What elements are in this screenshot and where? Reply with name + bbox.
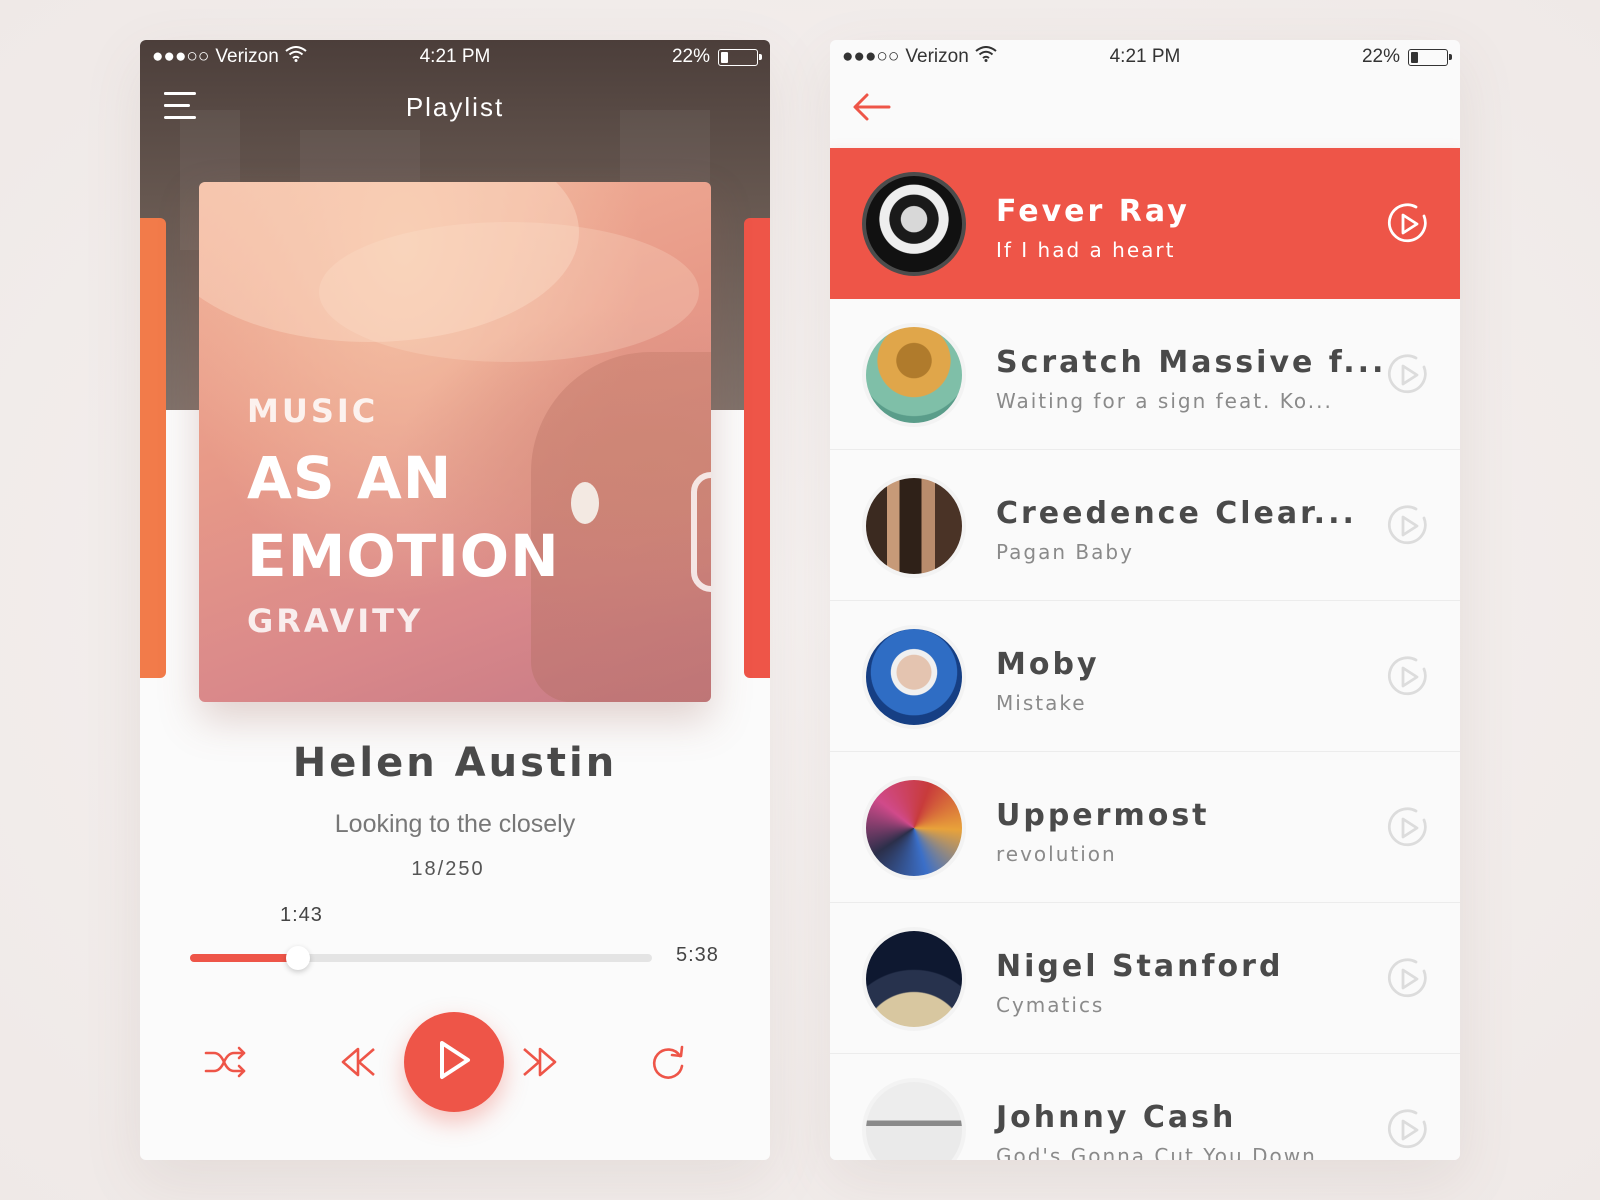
row-artist: Fever Ray (996, 194, 1190, 229)
fast-forward-icon[interactable] (520, 1044, 560, 1080)
artist-avatar (862, 323, 966, 427)
back-button[interactable] (852, 92, 892, 127)
next-card-edge[interactable] (744, 218, 770, 678)
album-text-line: MUSIC (247, 392, 379, 430)
row-song: Pagan Baby (996, 540, 1134, 564)
track-position: 18/250 (411, 858, 485, 880)
battery-percent: 22% (671, 46, 710, 67)
track-song: Looking to the closely (334, 810, 576, 838)
row-song: If I had a heart (996, 238, 1176, 262)
artist-avatar (862, 1078, 966, 1160)
row-song: Waiting for a sign feat. Ko... (996, 389, 1333, 413)
row-song: Mistake (996, 691, 1087, 715)
track-row[interactable]: Uppermost revolution (830, 752, 1460, 903)
track-row[interactable]: Scratch Massive f... Waiting for a sign f… (830, 299, 1460, 450)
play-circle-icon[interactable] (1386, 1108, 1430, 1157)
row-artist: Creedence Clear... (996, 496, 1357, 531)
track-list: Fever Ray If I had a heart Scratch Massive… (830, 148, 1460, 1160)
rewind-icon[interactable] (338, 1044, 378, 1080)
arrow-left-icon (852, 93, 892, 126)
progress-fill (190, 954, 299, 962)
progress-slider[interactable] (190, 946, 652, 970)
play-circle-icon[interactable] (1386, 202, 1430, 251)
repeat-icon[interactable] (648, 1042, 688, 1082)
row-artist: Nigel Stanford (996, 949, 1284, 984)
row-artist: Johnny Cash (996, 1100, 1237, 1135)
status-bar: ●●●○○ Verizon 4:21 PM 22% (140, 40, 770, 74)
row-artist: Uppermost (996, 798, 1210, 833)
battery-icon (1408, 48, 1452, 66)
track-row[interactable]: Moby Mistake (830, 601, 1460, 752)
carrier-name: Verizon (215, 46, 279, 67)
album-text-line: EMOTION (247, 522, 560, 590)
play-circle-icon[interactable] (1386, 957, 1430, 1006)
artist-avatar (862, 625, 966, 729)
artist-avatar (862, 776, 966, 880)
track-row[interactable]: Nigel Stanford Cymatics (830, 903, 1460, 1054)
play-button[interactable] (404, 1012, 504, 1112)
album-text-line: AS AN (247, 444, 453, 512)
track-row[interactable]: Creedence Clear... Pagan Baby (830, 450, 1460, 601)
track-row[interactable]: Fever Ray If I had a heart (830, 148, 1460, 299)
battery-percent: 22% (1361, 46, 1400, 67)
wifi-icon (285, 46, 307, 68)
battery-icon (718, 48, 762, 66)
play-circle-icon[interactable] (1386, 655, 1430, 704)
row-song: Cymatics (996, 993, 1105, 1017)
play-circle-icon[interactable] (1386, 504, 1430, 553)
track-artist: Helen Austin (292, 740, 618, 786)
playlist-screen: ●●●○○ Verizon 4:21 PM 22% Fever Ray If I … (830, 40, 1460, 1160)
play-icon (434, 1038, 474, 1087)
player-screen: ●●●○○ Verizon 4:21 PM 22% Playlist MUSIC… (140, 40, 770, 1160)
row-song: God's Gonna Cut You Down (996, 1144, 1317, 1160)
signal-strength: ●●●○○ (152, 46, 210, 67)
row-artist: Scratch Massive f... (996, 345, 1387, 380)
row-song: revolution (996, 842, 1117, 866)
album-cover: MUSIC AS AN EMOTION GRAVITY (199, 182, 711, 702)
play-circle-icon[interactable] (1386, 806, 1430, 855)
play-circle-icon[interactable] (1386, 353, 1430, 402)
elapsed-time: 1:43 (280, 904, 323, 926)
row-artist: Moby (996, 647, 1100, 682)
wifi-icon (975, 46, 997, 68)
page-title: Playlist (405, 92, 505, 122)
album-text-line: GRAVITY (247, 602, 424, 640)
artist-avatar (862, 474, 966, 578)
status-bar: ●●●○○ Verizon 4:21 PM 22% (830, 40, 1460, 74)
total-time: 5:38 (676, 944, 719, 966)
shuffle-icon[interactable] (204, 1044, 248, 1080)
progress-knob[interactable] (286, 946, 311, 970)
signal-strength: ●●●○○ (842, 46, 900, 67)
previous-card-edge[interactable] (140, 218, 166, 678)
artist-avatar (862, 172, 966, 276)
artist-avatar (862, 927, 966, 1031)
track-row[interactable]: Johnny Cash God's Gonna Cut You Down (830, 1054, 1460, 1160)
carrier-name: Verizon (905, 46, 969, 67)
